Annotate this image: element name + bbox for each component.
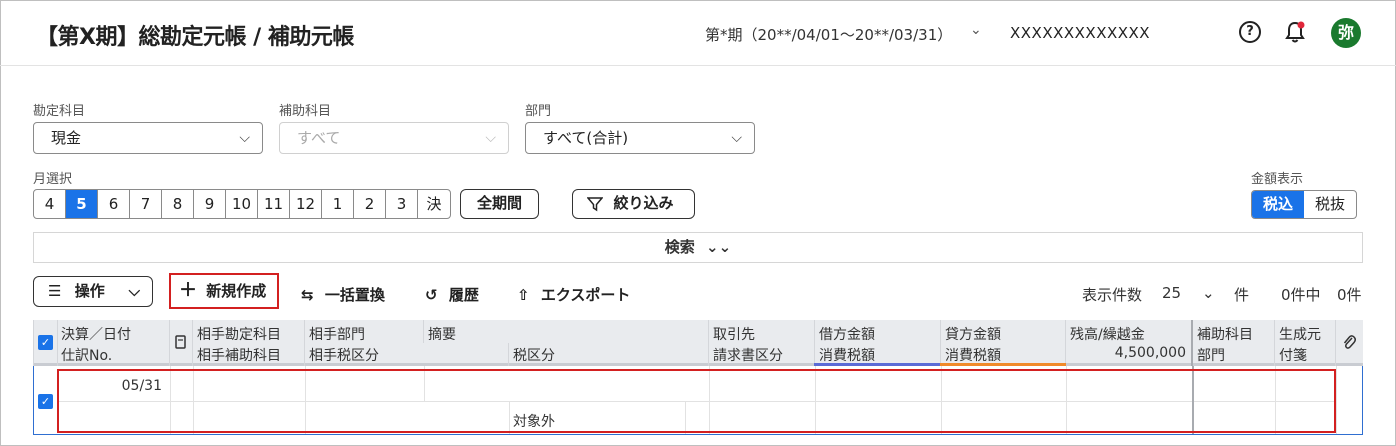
th-balance: 残高/繰越金: [1070, 327, 1145, 343]
month-button[interactable]: 9: [194, 190, 226, 218]
export-button[interactable]: ⇧ エクスポート: [517, 284, 630, 305]
th-credit: 貸方金額: [945, 327, 1001, 343]
th-date[interactable]: 決算／日付: [61, 324, 131, 344]
row-checkbox[interactable]: ✓: [38, 394, 53, 409]
history-label: 履歴: [448, 286, 479, 304]
th-dept: 部門: [1197, 348, 1225, 364]
new-entry-label: 新規作成: [206, 282, 267, 300]
chevron-down-icon: ⌵: [731, 130, 742, 146]
month-button[interactable]: 5: [66, 190, 98, 218]
dept-select[interactable]: すべて(合計) ⌵: [525, 122, 755, 154]
th-counter-tax: 相手税区分: [309, 348, 379, 364]
month-label: 月選択: [33, 172, 73, 187]
chevron-down-icon: ⌵: [485, 130, 496, 146]
th-sub-account: 補助科目: [1197, 327, 1253, 343]
th-counter-sub-account: 相手補助科目: [197, 348, 281, 364]
select-all-checkbox[interactable]: ✓: [38, 335, 53, 350]
chevron-down-icon[interactable]: ⌄: [970, 22, 982, 38]
menu-icon: ☰: [48, 282, 62, 300]
dept-label: 部門: [525, 104, 552, 119]
chevron-down-icon: ⌵: [128, 282, 140, 300]
filter-icon: [587, 197, 603, 212]
month-button[interactable]: 6: [98, 190, 130, 218]
display-count-select[interactable]: 25: [1162, 284, 1181, 302]
dept-value: すべて(合計): [543, 129, 629, 147]
count-unit: 件: [1234, 286, 1250, 304]
operation-menu-button[interactable]: ☰ 操作 ⌵: [33, 276, 153, 307]
all-period-button[interactable]: 全期間: [460, 189, 539, 219]
account-select[interactable]: 現金 ⌵: [33, 122, 263, 154]
account-label: 勘定科目: [33, 104, 86, 119]
th-description: 摘要: [428, 327, 456, 343]
tax-out-option[interactable]: 税抜: [1304, 191, 1356, 218]
th-counter-dept: 相手部門: [309, 327, 365, 343]
month-button[interactable]: 2: [354, 190, 386, 218]
shown-count: 0件: [1337, 286, 1362, 304]
th-sticky-note: 付箋: [1279, 348, 1307, 364]
highlight-box: [57, 369, 1336, 433]
month-button[interactable]: 4: [34, 190, 66, 218]
operation-label: 操作: [74, 282, 105, 300]
history-icon: ↺: [425, 286, 438, 304]
month-button[interactable]: 12: [290, 190, 322, 218]
th-counter-account: 相手勘定科目: [197, 327, 281, 343]
month-button[interactable]: 11: [258, 190, 290, 218]
amount-display-label: 金額表示: [1251, 172, 1304, 187]
top-bar: 【第X期】総勘定元帳 / 補助元帳 第*期（20**/04/01〜20**/03…: [0, 0, 1396, 66]
bulk-replace-button[interactable]: ⇆ 一括置換: [301, 284, 385, 305]
month-selector: 4 5 6 7 8 9 10 11 12 1 2 3 決: [33, 189, 451, 219]
opening-balance: 4,500,000: [1114, 345, 1186, 361]
double-chevron-down-icon: ⌄⌄: [706, 238, 732, 256]
display-count-label: 表示件数: [1082, 286, 1143, 304]
search-label: 検索: [664, 238, 695, 256]
total-count: 0件中: [1281, 286, 1321, 304]
th-source: 生成元: [1279, 327, 1321, 343]
sub-account-label: 補助科目: [279, 104, 332, 119]
th-tax-class: 税区分: [513, 348, 555, 364]
th-debit-tax: 消費税額: [819, 348, 875, 364]
plus-icon: ＋: [179, 280, 197, 301]
tax-toggle: 税込 税抜: [1251, 190, 1357, 219]
new-entry-button[interactable]: ＋ 新規作成: [169, 273, 279, 309]
replace-icon: ⇆: [301, 286, 314, 304]
sub-account-value: すべて: [297, 129, 341, 147]
month-button[interactable]: 決: [418, 190, 450, 218]
bulk-replace-label: 一括置換: [324, 286, 385, 304]
period-selector[interactable]: 第*期（20**/04/01〜20**/03/31）: [705, 24, 952, 45]
export-label: エクスポート: [540, 286, 631, 304]
narrow-button[interactable]: 絞り込み: [572, 189, 695, 219]
th-credit-tax: 消費税額: [945, 348, 1001, 364]
month-button[interactable]: 3: [386, 190, 418, 218]
account-value: 現金: [51, 129, 82, 147]
sub-account-select: すべて ⌵: [279, 122, 509, 154]
th-partner: 取引先: [713, 327, 755, 343]
month-button[interactable]: 10: [226, 190, 258, 218]
th-invoice-class: 請求書区分: [713, 348, 783, 364]
table-header: ✓ 決算／日付 仕訳No. 相手勘定科目 相手補助科目 相手部門 相手税区分 摘…: [33, 320, 1363, 366]
search-toggle-bar[interactable]: 検索 ⌄⌄: [33, 232, 1363, 263]
th-debit: 借方金額: [819, 327, 875, 343]
month-button[interactable]: 8: [162, 190, 194, 218]
narrow-label: 絞り込み: [613, 194, 674, 212]
th-entry-no: 仕訳No.: [61, 348, 113, 364]
tax-in-option[interactable]: 税込: [1252, 191, 1304, 218]
memo-icon: [175, 335, 186, 349]
chevron-down-icon: ⌵: [239, 130, 250, 146]
month-button[interactable]: 7: [130, 190, 162, 218]
bell-icon[interactable]: [1284, 20, 1306, 44]
paperclip-icon: [1343, 335, 1356, 349]
avatar[interactable]: 弥: [1331, 18, 1361, 48]
history-button[interactable]: ↺ 履歴: [425, 284, 479, 305]
chevron-down-icon[interactable]: ⌄: [1202, 284, 1215, 302]
page-title: 【第X期】総勘定元帳 / 補助元帳: [36, 25, 354, 50]
company-name[interactable]: XXXXXXXXXXXXX: [1010, 24, 1150, 42]
help-icon[interactable]: ?: [1239, 21, 1261, 43]
export-icon: ⇧: [517, 286, 530, 304]
month-button[interactable]: 1: [322, 190, 354, 218]
